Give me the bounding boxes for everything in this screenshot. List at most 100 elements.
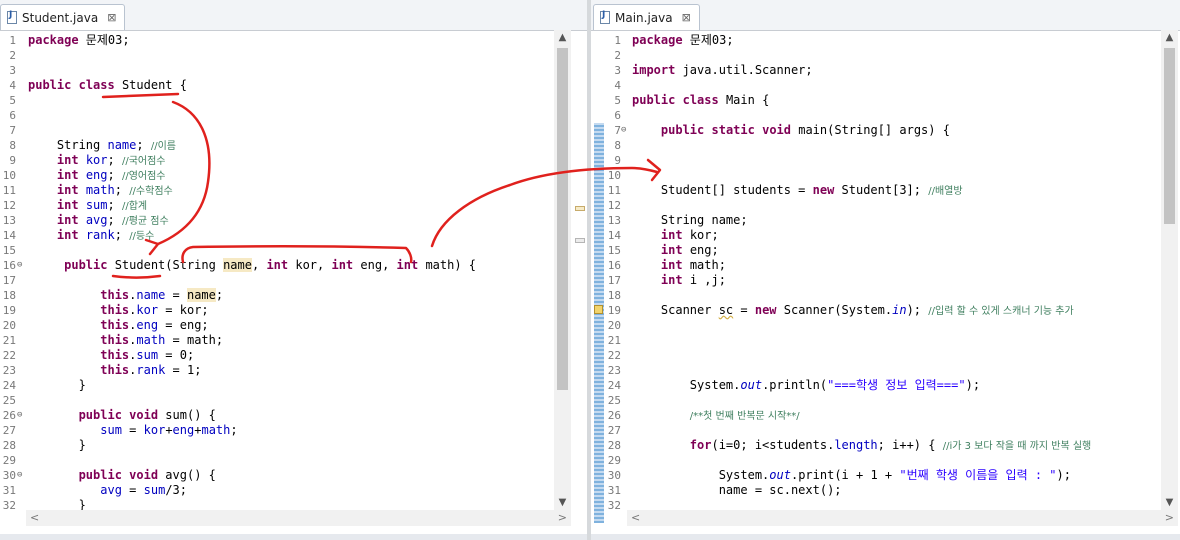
code-editor[interactable]: 1 package 문제03; 2 3 import java.util.Scanner… <box>591 31 1180 540</box>
code-text[interactable]: System.out.print(i + 1 + "번째 학생 이름을 입력 :… <box>632 468 1071 483</box>
code-editor[interactable]: 1 package 문제03; 2 3 4 public class Student {5… <box>0 31 587 540</box>
line-number: 13 <box>2 214 16 227</box>
line-number: 6 <box>9 109 16 122</box>
code-text[interactable]: package 문제03; <box>632 33 734 48</box>
code-text[interactable]: public class Main { <box>632 93 769 108</box>
code-text[interactable]: this.name = name; <box>28 288 223 303</box>
line-number: 12 <box>2 199 16 212</box>
line-number: 3 <box>9 64 16 77</box>
code-text[interactable]: int eng; <box>632 243 719 258</box>
line-number: 16 <box>607 259 621 272</box>
code-text[interactable]: this.rank = 1; <box>28 363 201 378</box>
code-text[interactable]: } <box>28 378 86 393</box>
code-text[interactable]: public class Student { <box>28 78 187 93</box>
editor-tab-bar: Student.java ⊠ <box>0 0 587 31</box>
code-text[interactable]: import java.util.Scanner; <box>632 63 813 78</box>
code-text[interactable]: public void sum() { <box>28 408 216 423</box>
tab-student-java[interactable]: Student.java ⊠ <box>0 4 126 30</box>
code-text[interactable]: int eng; //영어점수 <box>28 168 166 184</box>
fold-toggle-icon[interactable]: ⊖ <box>17 468 22 483</box>
scroll-up-icon[interactable]: ▲ <box>554 32 571 43</box>
line-number: 10 <box>2 169 16 182</box>
line-number: 16 <box>2 259 16 272</box>
line-number: 11 <box>607 184 621 197</box>
line-number: 17 <box>607 274 621 287</box>
code-text[interactable]: this.kor = kor; <box>28 303 208 318</box>
pane-bottom-border <box>0 534 587 540</box>
line-number: 24 <box>607 379 621 392</box>
line-number: 4 <box>614 79 621 92</box>
code-text[interactable]: Student[] students = new Student[3]; //배… <box>632 183 963 199</box>
scroll-left-icon[interactable]: < <box>30 511 39 524</box>
line-number: 6 <box>614 109 621 122</box>
line-number: 2 <box>9 49 16 62</box>
code-text[interactable]: int sum; //합계 <box>28 198 147 214</box>
code-text[interactable]: int i ,j; <box>632 273 726 288</box>
code-text[interactable]: Scanner sc = new Scanner(System.in); //입… <box>632 303 1074 319</box>
line-number: 32 <box>607 499 621 512</box>
fold-toggle-icon[interactable]: ⊖ <box>621 123 626 138</box>
line-number: 29 <box>2 454 16 467</box>
vertical-scrollbar[interactable]: ▲ ▼ <box>554 30 571 510</box>
vertical-scrollbar[interactable]: ▲ ▼ <box>1161 30 1178 510</box>
line-number: 7 <box>614 124 621 137</box>
code-text[interactable]: int kor; <box>632 228 719 243</box>
overview-marker[interactable] <box>575 206 585 211</box>
code-text[interactable]: String name; //이름 <box>28 138 176 154</box>
horizontal-scrollbar[interactable]: < > <box>627 510 1178 526</box>
code-text[interactable]: public Student(String name, int kor, int… <box>28 258 476 273</box>
code-text[interactable]: name = sc.next(); <box>632 483 842 498</box>
line-number: 11 <box>2 184 16 197</box>
line-number: 28 <box>607 439 621 452</box>
code-text[interactable]: int math; //수학점수 <box>28 183 173 199</box>
scrollbar-thumb[interactable] <box>557 48 568 390</box>
line-number: 10 <box>607 169 621 182</box>
warning-marker-icon[interactable] <box>594 305 603 314</box>
close-icon[interactable]: ⊠ <box>107 11 116 24</box>
code-text[interactable]: /**첫 번째 반복문 시작**/ <box>632 408 800 424</box>
editor-tab-bar: Main.java ⊠ <box>591 0 1180 31</box>
code-text[interactable]: this.math = math; <box>28 333 223 348</box>
line-number: 19 <box>607 304 621 317</box>
code-text[interactable]: int rank; //등수 <box>28 228 154 244</box>
scroll-down-icon[interactable]: ▼ <box>1161 497 1178 508</box>
scroll-down-icon[interactable]: ▼ <box>554 497 571 508</box>
line-number: 1 <box>9 34 16 47</box>
horizontal-scrollbar[interactable]: < > <box>26 510 571 526</box>
overview-ruler <box>573 30 585 510</box>
code-text[interactable]: public void avg() { <box>28 468 216 483</box>
java-file-icon <box>7 10 17 24</box>
fold-toggle-icon[interactable]: ⊖ <box>17 408 22 423</box>
scroll-right-icon[interactable]: > <box>1165 511 1174 524</box>
line-number: 14 <box>607 229 621 242</box>
code-text[interactable]: package 문제03; <box>28 33 130 48</box>
code-text[interactable]: int kor; //국어점수 <box>28 153 166 169</box>
scroll-right-icon[interactable]: > <box>558 511 567 524</box>
line-number: 18 <box>2 289 16 302</box>
line-number: 31 <box>607 484 621 497</box>
code-text[interactable]: sum = kor+eng+math; <box>28 423 237 438</box>
code-text[interactable]: this.eng = eng; <box>28 318 208 333</box>
code-text[interactable]: System.out.println("===학생 정보 입력==="); <box>632 378 980 393</box>
code-text[interactable]: } <box>28 438 86 453</box>
code-text[interactable]: int avg; //평균 점수 <box>28 213 169 229</box>
tab-main-java[interactable]: Main.java ⊠ <box>593 4 700 30</box>
line-number: 27 <box>607 424 621 437</box>
code-text[interactable]: int math; <box>632 258 726 273</box>
code-text[interactable]: for(i=0; i<students.length; i++) { //i가 … <box>632 438 1091 454</box>
line-number: 25 <box>607 394 621 407</box>
code-text[interactable]: public static void main(String[] args) { <box>632 123 950 138</box>
code-text[interactable]: this.sum = 0; <box>28 348 194 363</box>
fold-toggle-icon[interactable]: ⊖ <box>17 258 22 273</box>
line-number: 4 <box>9 79 16 92</box>
line-number: 30 <box>607 469 621 482</box>
code-text[interactable]: avg = sum/3; <box>28 483 187 498</box>
overview-marker[interactable] <box>575 238 585 243</box>
scrollbar-thumb[interactable] <box>1164 48 1175 224</box>
close-icon[interactable]: ⊠ <box>682 11 691 24</box>
line-number: 26 <box>607 409 621 422</box>
scroll-up-icon[interactable]: ▲ <box>1161 32 1178 43</box>
scroll-left-icon[interactable]: < <box>631 511 640 524</box>
code-text[interactable]: String name; <box>632 213 748 228</box>
line-number: 1 <box>614 34 621 47</box>
